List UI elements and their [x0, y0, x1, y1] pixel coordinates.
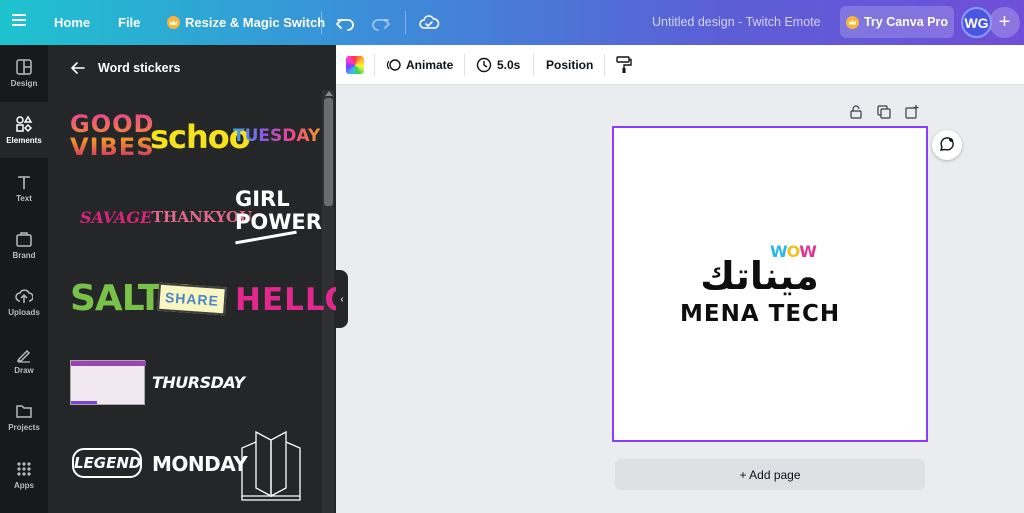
- resize-label: Resize & Magic Switch: [185, 15, 326, 30]
- color-picker-icon[interactable]: [346, 56, 364, 74]
- sticker-text: VIBES: [70, 133, 155, 161]
- undo-icon[interactable]: [334, 12, 356, 34]
- rail-label: Apps: [14, 481, 34, 490]
- sticker-tuesday[interactable]: TUESDAY: [233, 126, 320, 146]
- duration-label: 5.0s: [497, 58, 521, 72]
- menu-icon[interactable]: [12, 14, 26, 26]
- rail-label: Projects: [8, 423, 40, 432]
- thumbnail-bar: [71, 401, 97, 404]
- projects-icon: [16, 405, 32, 418]
- redo-icon[interactable]: [370, 12, 392, 34]
- clock-icon: [476, 57, 492, 73]
- sticker-open-book-icon[interactable]: [238, 430, 304, 502]
- file-button[interactable]: File: [118, 0, 140, 45]
- animate-icon: [386, 59, 401, 71]
- divider: [321, 11, 322, 34]
- scrollbar-thumb[interactable]: [324, 98, 333, 206]
- document-title[interactable]: Untitled design - Twitch Emote: [652, 15, 821, 29]
- rail-label: Design: [10, 79, 38, 88]
- duplicate-page-icon[interactable]: [877, 105, 891, 119]
- animate-button[interactable]: Animate: [386, 45, 453, 85]
- editor-toolbar: Animate 5.0s Position: [336, 45, 1024, 85]
- logo-arabic-text[interactable]: ميناتك: [677, 254, 842, 298]
- panel-header: Word stickers: [48, 45, 336, 90]
- divider: [533, 54, 534, 76]
- back-arrow-icon[interactable]: [70, 60, 86, 76]
- try-canva-pro-button[interactable]: Try Canva Pro: [840, 6, 954, 38]
- rail-label: Draw: [14, 366, 34, 375]
- sticker-text: POWER: [235, 210, 322, 234]
- rail-item-brand[interactable]: Brand: [0, 217, 48, 273]
- home-button[interactable]: Home: [54, 0, 90, 45]
- rail-item-elements[interactable]: Elements: [0, 102, 48, 158]
- add-page-button[interactable]: + Add page: [615, 459, 925, 490]
- rail-item-draw[interactable]: Draw: [0, 332, 48, 388]
- lock-icon[interactable]: [849, 105, 863, 119]
- rail-label: Uploads: [8, 308, 40, 317]
- rail-label: Elements: [6, 136, 42, 145]
- design-icon: [16, 59, 32, 75]
- comment-icon: [939, 137, 954, 151]
- sticker-monday[interactable]: MONDAY: [152, 452, 248, 476]
- sticker-thursday[interactable]: THURSDAY: [152, 373, 245, 392]
- logo-latin-text[interactable]: MENA TECH: [680, 301, 840, 327]
- sticker-savage[interactable]: SAVAGE: [80, 208, 152, 227]
- left-rail: Design Elements Text Brand Uploads Draw …: [0, 45, 48, 513]
- crown-icon: [167, 16, 180, 29]
- collapse-panel-button[interactable]: ‹: [336, 270, 348, 328]
- try-pro-label: Try Canva Pro: [863, 15, 949, 29]
- duration-button[interactable]: 5.0s: [476, 45, 520, 85]
- rail-item-apps[interactable]: Apps: [0, 447, 48, 503]
- apps-icon: [17, 462, 31, 476]
- divider: [374, 54, 375, 76]
- sticker-screenshot-thumbnail[interactable]: [70, 360, 146, 405]
- sticker-share[interactable]: SHARE: [157, 282, 227, 316]
- top-bar: Home File Resize & Magic Switch Untitled…: [0, 0, 1024, 45]
- add-comment-button[interactable]: [932, 130, 962, 160]
- rail-label: Text: [16, 194, 32, 203]
- divider: [405, 11, 406, 34]
- uploads-icon: [15, 289, 33, 303]
- brand-icon: [16, 232, 32, 247]
- divider: [604, 54, 605, 76]
- sticker-text: GIRL: [235, 187, 290, 211]
- animate-label: Animate: [406, 58, 454, 72]
- scroll-up-icon[interactable]: [325, 91, 333, 96]
- sticker-good-vibes[interactable]: GOOD VIBES: [70, 113, 154, 159]
- sticker-legend[interactable]: LEGEND: [72, 448, 142, 478]
- rail-item-design[interactable]: Design: [0, 45, 48, 101]
- sticker-girl-power[interactable]: GIRL POWER: [235, 187, 322, 245]
- crown-icon: [845, 15, 859, 29]
- rail-item-projects[interactable]: Projects: [0, 389, 48, 445]
- position-button[interactable]: Position: [546, 45, 593, 85]
- divider: [464, 54, 465, 76]
- rail-item-uploads[interactable]: Uploads: [0, 274, 48, 330]
- draw-icon: [16, 349, 31, 363]
- cloud-saved-icon[interactable]: [418, 12, 440, 34]
- rail-item-text[interactable]: Text: [0, 160, 48, 216]
- elements-icon: [16, 115, 33, 133]
- sticker-hello[interactable]: HELLO: [235, 282, 352, 318]
- text-icon: [18, 176, 30, 189]
- thumbnail-bar: [71, 361, 146, 366]
- resize-button[interactable]: Resize & Magic Switch: [167, 0, 325, 45]
- rail-label: Brand: [12, 251, 36, 260]
- avatar[interactable]: WG: [961, 7, 992, 38]
- panel-title: Word stickers: [98, 61, 181, 75]
- add-page-icon[interactable]: [905, 105, 919, 119]
- add-member-button[interactable]: +: [989, 7, 1020, 38]
- paint-roller-icon[interactable]: [616, 56, 632, 74]
